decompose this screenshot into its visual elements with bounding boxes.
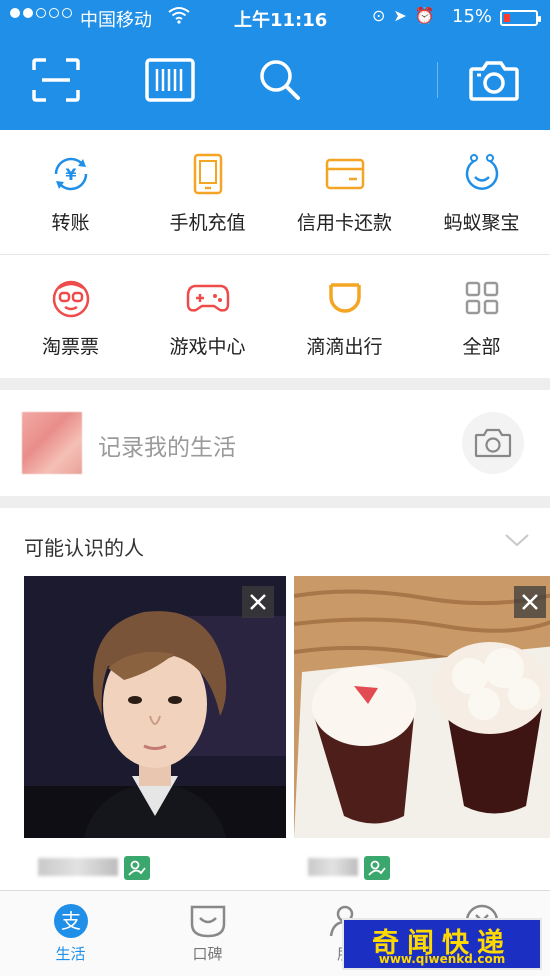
people-you-may-know: 可能认识的人	[0, 508, 550, 890]
close-icon	[250, 594, 266, 610]
grid-item-ant-fortune[interactable]: 蚂蚁聚宝	[413, 130, 550, 254]
tab-life[interactable]: 支 生活	[2, 891, 139, 976]
verified-friend-icon	[364, 856, 390, 880]
chevron-down-icon	[505, 534, 529, 547]
person-photo	[294, 576, 550, 838]
clock: 上午11:16	[234, 10, 328, 31]
tab-label: 口碑	[192, 945, 223, 963]
status-bar: 中国移动 上午11:16 ⊙➤⏰ 15%	[0, 0, 550, 36]
close-icon	[522, 594, 538, 610]
grid-item-all[interactable]: 全部	[413, 254, 550, 378]
svg-text:支: 支	[61, 909, 81, 933]
search-button[interactable]	[250, 50, 310, 110]
watermark-url: www.qiwenkd.com	[378, 952, 506, 966]
camera-icon	[469, 61, 519, 101]
grid-item-label: 手机充值	[169, 212, 246, 234]
signal-strength	[10, 8, 72, 18]
grid-item-label: 蚂蚁聚宝	[443, 212, 520, 234]
person-card[interactable]	[294, 576, 550, 888]
grid-item-phone-recharge[interactable]: 手机充值	[139, 130, 276, 254]
alipay-icon: 支	[53, 903, 89, 939]
status-icons: ⊙➤⏰	[372, 6, 443, 25]
top-bar: 中国移动 上午11:16 ⊙➤⏰ 15%	[0, 0, 550, 130]
scan-icon	[32, 58, 80, 102]
grid-item-game-center[interactable]: 游戏中心	[139, 254, 276, 378]
person-name-blurred	[308, 858, 358, 876]
section-gap	[0, 378, 550, 390]
scan-button[interactable]	[26, 50, 86, 110]
alarm-icon: ⏰	[414, 6, 443, 25]
section-title: 可能认识的人	[24, 536, 144, 560]
ant-fortune-icon	[460, 152, 504, 196]
person-name-blurred	[38, 858, 118, 876]
grid-item-didi[interactable]: 滴滴出行	[276, 254, 413, 378]
taopiaopiao-icon	[49, 276, 93, 320]
carrier-name: 中国移动	[80, 10, 152, 31]
camera-icon	[474, 428, 512, 458]
credit-card-icon	[323, 152, 367, 196]
dismiss-card-button[interactable]	[514, 586, 546, 618]
transfer-icon: ¥	[49, 152, 93, 196]
record-life-placeholder: 记录我的生活	[98, 435, 236, 461]
verified-friend-icon	[124, 856, 150, 880]
koubei-icon	[189, 903, 227, 939]
record-camera-button[interactable]	[462, 412, 524, 474]
search-icon	[260, 60, 300, 100]
dismiss-card-button[interactable]	[242, 586, 274, 618]
battery-icon	[500, 10, 541, 26]
grid-item-label: 淘票票	[41, 336, 99, 358]
wifi-icon	[168, 6, 190, 29]
section-gap	[0, 496, 550, 508]
collapse-chevron-button[interactable]	[504, 532, 530, 552]
tab-koubei[interactable]: 口碑	[139, 891, 276, 976]
grid-item-label: 游戏中心	[169, 336, 246, 358]
all-grid-icon	[460, 276, 504, 320]
barcode-pay-icon	[145, 58, 195, 102]
grid-item-transfer[interactable]: ¥ 转账	[2, 130, 139, 254]
grid-item-taopiaopiao[interactable]: 淘票票	[2, 254, 139, 378]
game-controller-icon	[186, 276, 230, 320]
quick-function-grid: ¥ 转账 手机充值 信用卡还款 蚂蚁聚宝 淘票票 游戏中心 滴滴出行 全部	[0, 130, 550, 378]
grid-item-label: 信用卡还款	[296, 212, 392, 234]
person-card[interactable]	[24, 576, 286, 888]
header-divider	[437, 62, 438, 98]
rotation-lock-icon: ⊙	[372, 6, 394, 25]
grid-item-label: 全部	[462, 336, 501, 358]
battery-percent: 15%	[452, 6, 493, 27]
barcode-pay-button[interactable]	[140, 50, 200, 110]
grid-item-label: 滴滴出行	[306, 336, 383, 358]
grid-item-credit-card[interactable]: 信用卡还款	[276, 130, 413, 254]
record-life-bar[interactable]: 记录我的生活	[0, 390, 550, 496]
didi-icon	[323, 276, 367, 320]
phone-recharge-icon	[186, 152, 230, 196]
tab-label: 生活	[55, 945, 86, 963]
site-watermark: 奇闻快递 www.qiwenkd.com	[342, 918, 542, 970]
avatar	[22, 412, 82, 474]
camera-button[interactable]	[464, 50, 524, 110]
svg-text:¥: ¥	[65, 165, 76, 184]
grid-item-label: 转账	[51, 212, 90, 234]
location-icon: ➤	[393, 6, 415, 25]
